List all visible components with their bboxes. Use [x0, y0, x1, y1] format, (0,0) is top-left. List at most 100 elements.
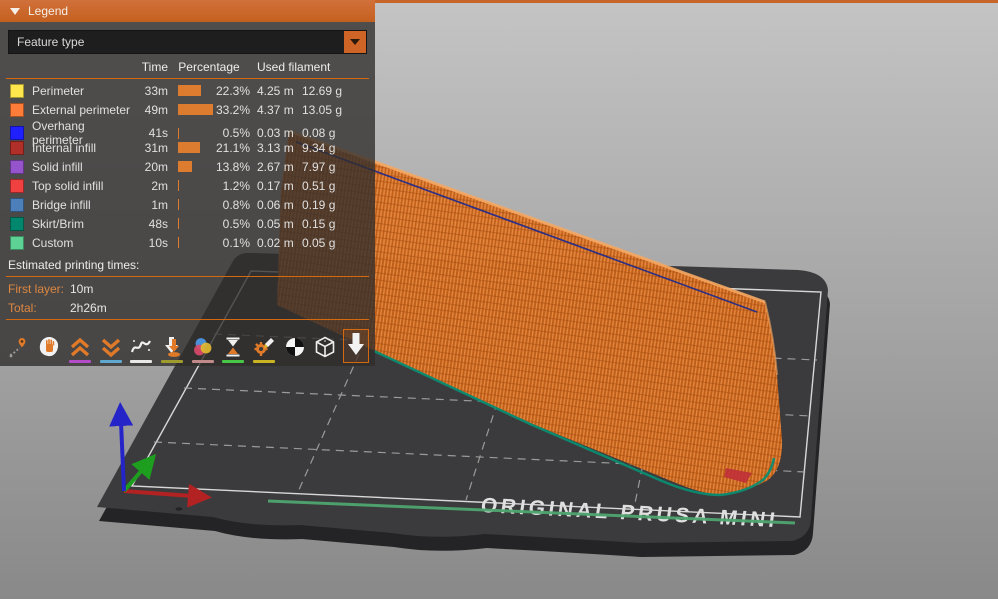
deretractions-icon[interactable] [98, 331, 124, 363]
feature-row: Skirt/Brim 48s 0.5% 0.05 m 0.15 g [0, 214, 375, 233]
feature-time: 2m [151, 178, 168, 193]
feature-color-swatch [10, 216, 24, 231]
divider [6, 276, 369, 277]
feature-label: Custom [32, 235, 74, 250]
column-percentage: Percentage [178, 60, 240, 74]
divider [6, 78, 369, 79]
dropdown-arrow-button[interactable] [344, 31, 366, 53]
feature-row: Top solid infill 2m 1.2% 0.17 m 0.51 g [0, 176, 375, 195]
feature-label: External perimeter [32, 102, 131, 117]
feature-row: External perimeter 49m 33.2% 4.37 m 13.05 g [0, 100, 375, 119]
retractions-icon[interactable] [67, 331, 93, 363]
total-label: Total: [8, 300, 37, 315]
feature-percentage: 0.8% [222, 197, 250, 212]
view-type-value: Feature type [17, 35, 85, 49]
percentage-bar [168, 104, 213, 115]
chevron-down-icon [350, 39, 360, 45]
percentage-bar-fill [178, 85, 201, 96]
feature-row: Perimeter 33m 22.3% 4.25 m 12.69 g [0, 81, 375, 100]
feature-color-swatch [10, 140, 24, 155]
filament-weight: 0.51 g [302, 178, 336, 193]
legend-panel: Legend Feature type Time Percentage Used… [0, 0, 375, 366]
first-layer-row: First layer: 10m [0, 279, 375, 298]
percentage-bar [168, 127, 210, 139]
feature-color-swatch [10, 102, 24, 117]
feature-time: 20m [144, 159, 168, 174]
filament-weight: 0.05 g [302, 235, 336, 250]
filament-weight: 9.34 g [302, 140, 336, 155]
feature-table-header: Time Percentage Used filament [0, 58, 375, 76]
custom-gcode-icon[interactable] [251, 331, 277, 363]
feature-label: Bridge infill [32, 197, 91, 212]
filament-length: 0.02 m [257, 235, 294, 250]
percentage-bar-fill [178, 180, 179, 191]
percentage-bar-fill [178, 142, 200, 153]
percentage-bar-fill [178, 237, 179, 248]
feature-time: 49m [144, 102, 168, 117]
feature-label: Internal infill [32, 140, 97, 155]
column-time: Time [141, 60, 168, 74]
slicer-preview-window: ORIGINAL PRUSA MINI Legend Feature type [0, 0, 998, 599]
percentage-bar-fill [178, 161, 192, 172]
travel-icon[interactable] [6, 331, 32, 363]
total-value: 2h26m [70, 300, 107, 315]
feature-percentage: 21.1% [215, 140, 250, 155]
feature-percentage: 13.8% [215, 159, 250, 174]
feature-color-swatch [10, 197, 24, 212]
feature-percentage: 33.2% [215, 102, 250, 117]
filament-weight: 0.08 g [302, 126, 336, 140]
preview-toolbar [0, 322, 375, 363]
feature-label: Skirt/Brim [32, 216, 84, 231]
filament-weight: 7.97 g [302, 159, 336, 174]
pause-prints-icon[interactable] [220, 331, 246, 363]
feature-time: 48s [148, 216, 168, 231]
total-time-row: Total: 2h26m [0, 298, 375, 317]
preview-box-icon[interactable] [312, 331, 338, 363]
percentage-bar-fill [178, 104, 213, 115]
feature-row: Solid infill 20m 13.8% 2.67 m 7.97 g [0, 157, 375, 176]
filament-length: 4.37 m [257, 102, 294, 117]
view-type-dropdown[interactable]: Feature type [8, 30, 367, 54]
first-layer-value: 10m [70, 281, 94, 296]
percentage-bar-fill [178, 199, 179, 210]
estimated-times-title: Estimated printing times: [8, 258, 140, 272]
filament-length: 4.25 m [257, 83, 294, 98]
feature-row: Bridge infill 1m 0.8% 0.06 m 0.19 g [0, 195, 375, 214]
feature-time: 41s [148, 126, 168, 140]
tool-changes-icon[interactable] [159, 331, 185, 363]
first-layer-label: First layer: [8, 281, 65, 296]
color-changes-icon[interactable] [190, 331, 216, 363]
percentage-bar [168, 180, 210, 191]
feature-color-swatch [10, 178, 24, 193]
wipe-icon[interactable] [37, 331, 63, 363]
filament-length: 0.06 m [257, 197, 294, 212]
feature-label: Perimeter [32, 83, 85, 98]
filament-weight: 0.15 g [302, 216, 336, 231]
feature-percentage: 0.1% [222, 235, 250, 250]
feature-percentage: 22.3% [215, 83, 250, 98]
percentage-bar-fill [178, 218, 179, 229]
feature-label: Top solid infill [32, 178, 104, 193]
filament-weight: 12.69 g [302, 83, 343, 98]
filament-length: 0.17 m [257, 178, 294, 193]
feature-row: Overhang perimeter 41s 0.5% 0.03 m 0.08 g [0, 119, 375, 147]
filament-weight: 0.19 g [302, 197, 336, 212]
percentage-bar [168, 142, 210, 153]
feature-label: Solid infill [32, 159, 83, 174]
feature-percentage: 0.5% [222, 216, 250, 231]
feature-row: Custom 10s 0.1% 0.02 m 0.05 g [0, 233, 375, 252]
seams-icon[interactable] [129, 331, 155, 363]
legend-header[interactable]: Legend [0, 0, 375, 22]
percentage-bar [168, 218, 210, 229]
shells-icon[interactable] [282, 331, 308, 363]
feature-percentage: 0.5% [222, 126, 250, 140]
filament-length: 0.05 m [257, 216, 294, 231]
feature-time: 10s [148, 235, 168, 250]
percentage-bar [168, 161, 210, 172]
feature-table: Perimeter 33m 22.3% 4.25 m 12.69 g External p… [0, 81, 375, 252]
percentage-bar [168, 237, 210, 248]
tool-marker-icon[interactable] [343, 329, 370, 363]
filament-length: 3.13 m [257, 140, 294, 155]
percentage-bar-fill [178, 127, 179, 139]
filament-weight: 13.05 g [302, 102, 343, 117]
